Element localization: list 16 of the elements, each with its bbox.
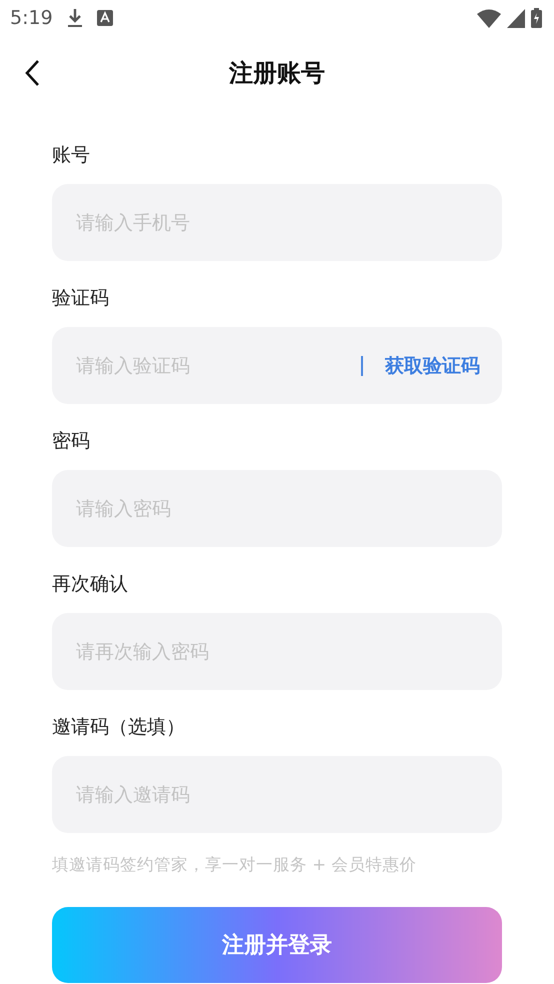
back-icon[interactable]	[24, 59, 40, 87]
wifi-icon	[477, 8, 501, 28]
field-label: 密码	[52, 430, 91, 452]
get-code-link[interactable]: 获取验证码	[385, 352, 480, 378]
page-title: 注册账号	[229, 58, 325, 89]
hint-text: 填邀请码签约管家，享一对一服务 + 会员特惠价	[52, 855, 418, 875]
register-button[interactable]: 注册并登录	[52, 907, 502, 983]
signal-icon	[507, 8, 525, 28]
field-label: 再次确认	[52, 573, 129, 595]
field-label: 账号	[52, 144, 91, 166]
battery-icon	[531, 8, 542, 28]
field-label: 邀请码（选填）	[52, 716, 186, 738]
download-icon	[66, 8, 83, 28]
notification-icon	[96, 10, 113, 26]
status-time: 5:19	[10, 7, 53, 29]
field-label: 验证码	[52, 287, 110, 309]
